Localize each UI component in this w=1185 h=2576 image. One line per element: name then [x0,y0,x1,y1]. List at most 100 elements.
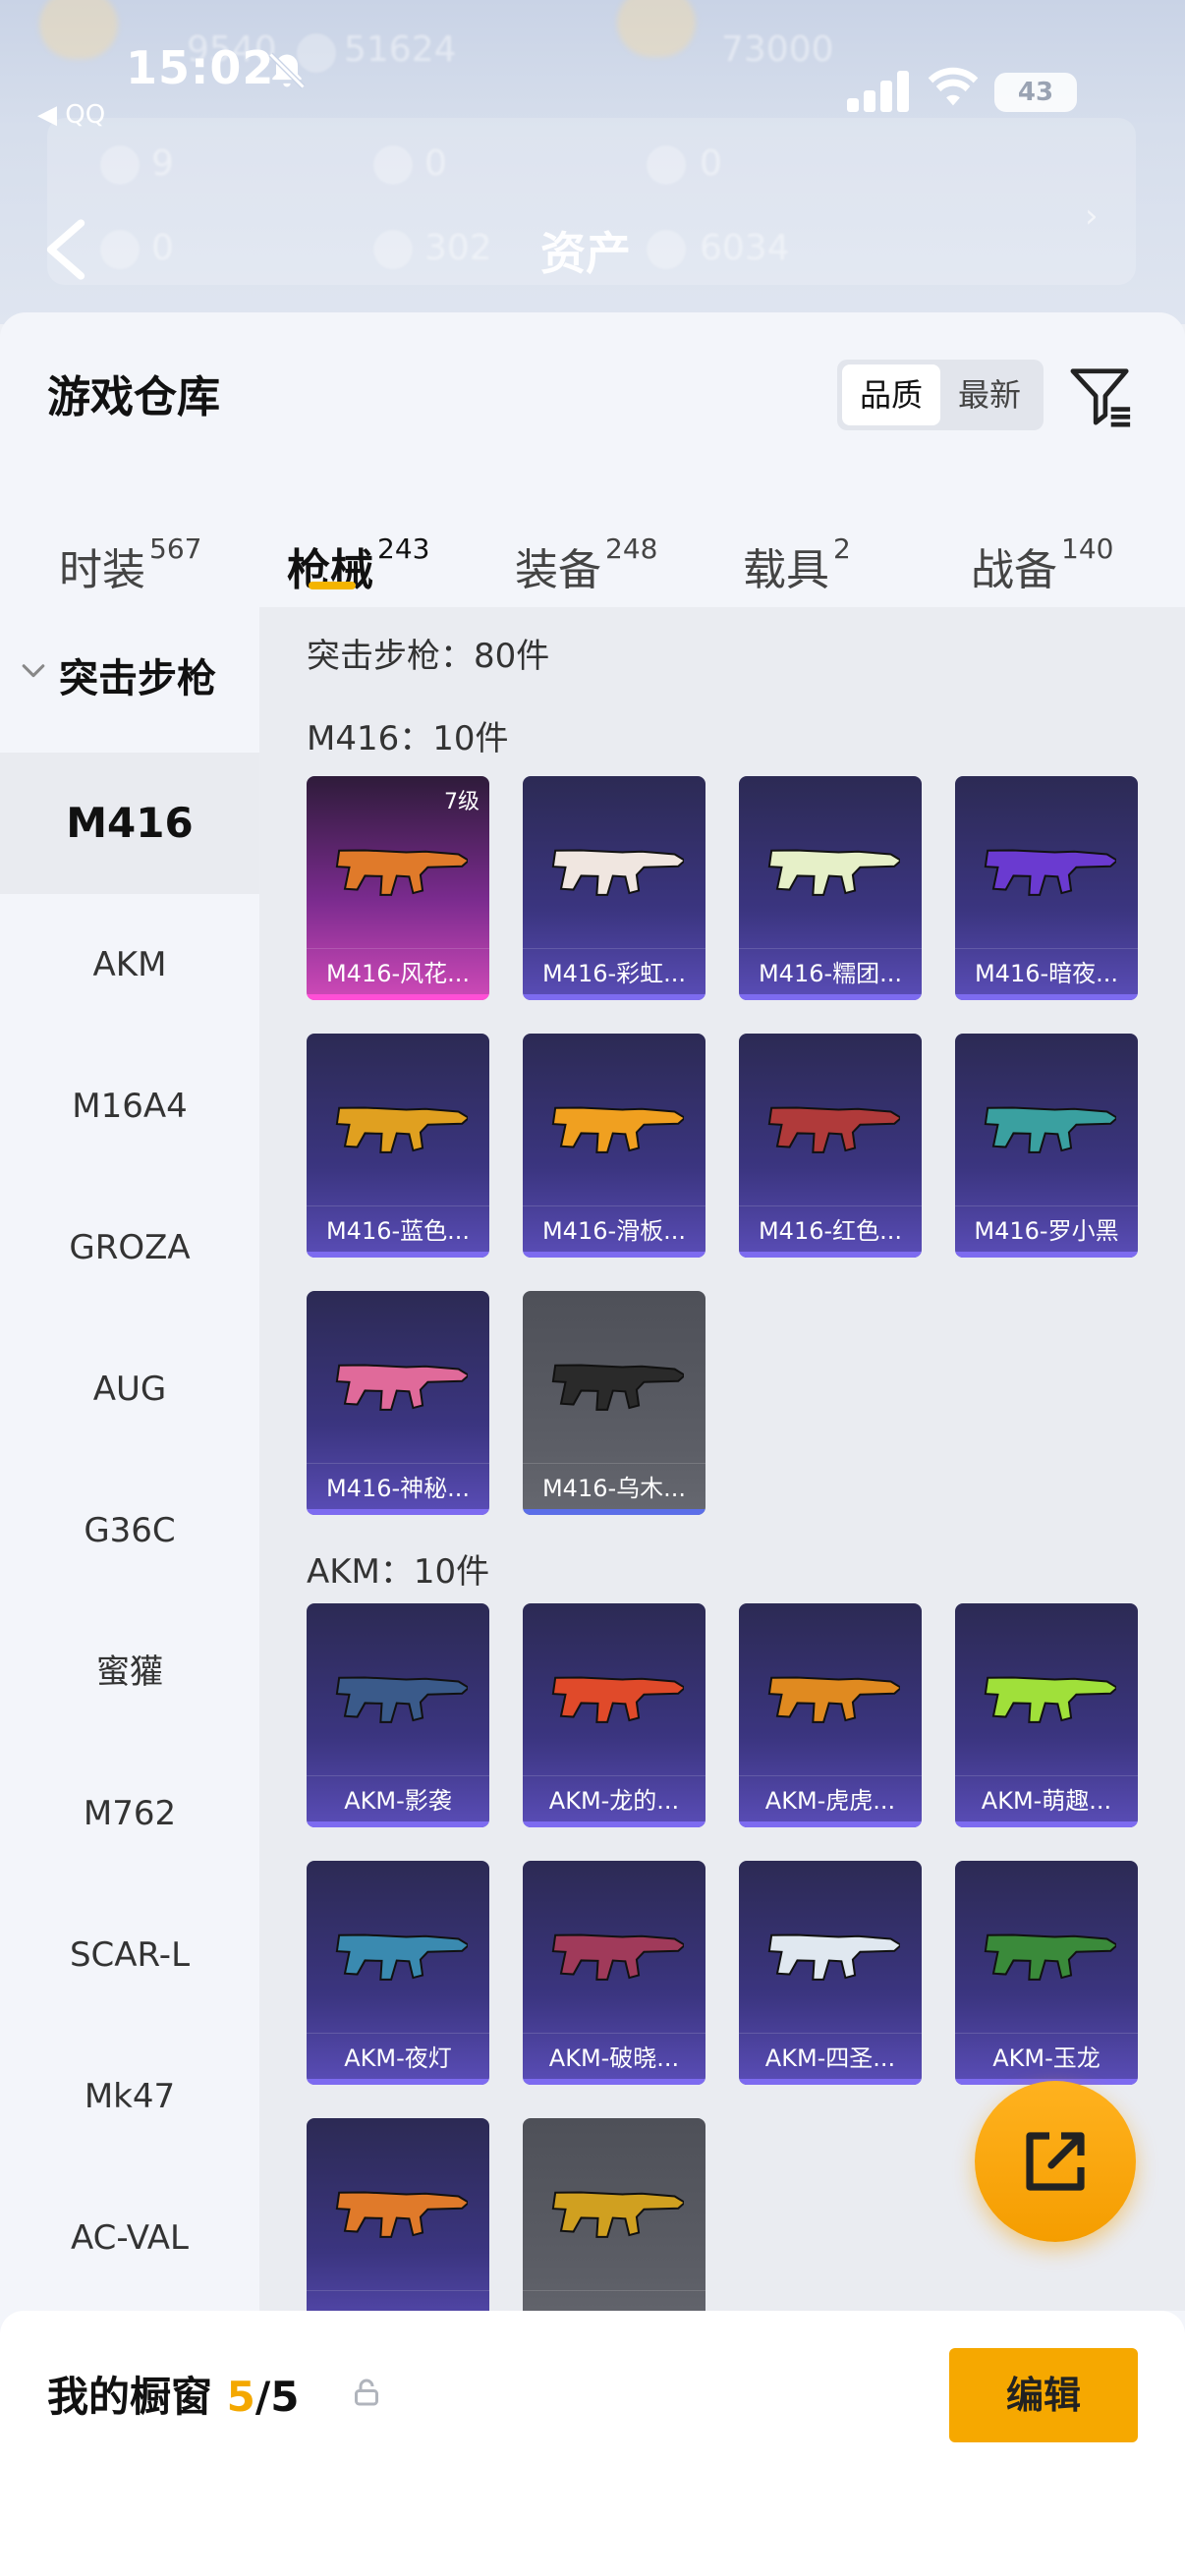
tab-equipment[interactable]: 装备 248 [515,532,657,597]
item-card[interactable]: AKM-四圣... [739,1861,922,2085]
quality-bar [523,2079,705,2085]
category-header[interactable]: 突击步枪 [0,607,259,753]
share-button[interactable] [975,2081,1136,2242]
item-name: M416-滑板... [541,1217,687,1245]
sidebar-item[interactable]: Mk47 [0,2026,259,2167]
showcase-capacity: 5 [270,2373,300,2421]
section-title: M416：10件 [307,719,509,758]
item-name: M416-红色... [758,1217,903,1245]
card-divider [307,2290,489,2291]
card-divider [523,1775,705,1776]
item-grid: 突击步枪：80件 M416：10件 7级 M416-风花... M416-彩虹... M… [259,607,1185,2311]
coin-icon [647,145,686,185]
showcase-label: 我的橱窗 [47,2373,227,2421]
back-to-app-link[interactable]: ◀ QQ [37,100,105,130]
item-card[interactable]: M416-糯团... [739,776,922,1000]
item-card[interactable]: M416-滑板... [523,1034,705,1258]
item-card[interactable]: AKM-虎虎... [739,1603,922,1827]
sidebar-item[interactable]: AKM [0,894,259,1036]
item-card[interactable]: M416-红色... [739,1034,922,1258]
card-divider [523,948,705,949]
quality-bar [739,1252,922,1258]
rifle-icon [551,1364,684,1411]
sidebar-item[interactable]: AUG [0,1318,259,1460]
rifle-icon [551,1933,684,1981]
quality-bar [523,1509,705,1515]
item-card[interactable]: AKM-破晓... [523,1861,705,2085]
sidebar-item[interactable]: AC-VAL [0,2167,259,2309]
item-card[interactable]: M416-乌木... [523,1291,705,1515]
coin-icon [647,230,686,269]
sidebar-item[interactable]: G36C [0,1460,259,1601]
quality-bar [955,994,1138,1000]
filter-icon[interactable] [1069,364,1134,428]
edit-button[interactable]: 编辑 [949,2348,1138,2442]
rifle-icon [551,1676,684,1723]
sheet-title: 游戏仓库 [47,372,220,422]
item-card[interactable]: AKM-萌趣... [955,1603,1138,1827]
sidebar-item[interactable]: M416 [0,753,259,894]
chevron-right-icon[interactable]: › [1085,196,1099,236]
item-name: M416-乌木... [541,1475,687,1502]
card-divider [955,1775,1138,1776]
item-name: M416-暗夜... [974,960,1119,987]
total-count: 突击步枪：80件 [307,637,550,676]
sidebar-item[interactable]: M762 [0,1743,259,1884]
item-card[interactable] [523,2118,705,2311]
card-divider [307,1205,489,1206]
quality-bar [307,1509,489,1515]
sidebar-item[interactable]: 蜜獾 [0,1601,259,1743]
card-divider [307,948,489,949]
battery-indicator: 43 [994,73,1077,112]
tab-label: 战备 [971,545,1057,595]
status-bar: 15:02 ◀ QQ 43 [0,0,1185,130]
share-out-icon [1026,2132,1085,2191]
quality-bar [307,1821,489,1827]
item-card[interactable]: M416-彩虹... [523,776,705,1000]
card-divider [523,1463,705,1464]
quality-bar [955,1252,1138,1258]
chevron-down-icon [22,664,45,678]
item-card[interactable]: M416-罗小黑 [955,1034,1138,1258]
card-divider [739,948,922,949]
tab-label: 载具 [743,545,829,595]
card-divider [307,1775,489,1776]
sort-latest-button[interactable]: 最新 [940,364,1039,425]
item-card[interactable]: M416-神秘... [307,1291,489,1515]
item-card[interactable]: M416-暗夜... [955,776,1138,1000]
chevron-left-icon[interactable] [43,218,88,281]
sort-toggle: 品质 最新 [837,360,1044,430]
card-divider [523,1205,705,1206]
item-name: AKM-萌趣... [981,1787,1112,1815]
rifle-icon [984,1676,1116,1723]
quality-bar [307,1252,489,1258]
tab-label: 装备 [515,545,601,595]
item-card[interactable]: AKM-夜灯 [307,1861,489,2085]
tab-count: 2 [833,532,851,565]
stat-value: 0 [151,228,174,268]
tab-count: 567 [149,532,202,565]
rifle-icon [335,1933,468,1981]
card-divider [739,2033,922,2034]
tab-fashion[interactable]: 时装 567 [59,532,202,597]
item-card[interactable]: M416-蓝色... [307,1034,489,1258]
card-divider [307,2033,489,2034]
item-card[interactable]: AKM-龙的... [523,1603,705,1827]
sidebar-item[interactable]: M16A4 [0,1036,259,1177]
sort-quality-button[interactable]: 品质 [842,364,940,425]
rifle-icon [335,2191,468,2238]
rifle-icon [551,2191,684,2238]
card-divider [739,1775,922,1776]
tab-supplies[interactable]: 战备 140 [971,532,1113,597]
item-card[interactable]: 7级 M416-风花... [307,776,489,1000]
quality-bar [523,994,705,1000]
item-card[interactable]: AKM-玉龙 [955,1861,1138,2085]
rifle-icon [551,1106,684,1153]
item-card[interactable] [307,2118,489,2311]
item-name: AKM-虎虎... [764,1787,896,1815]
stat-value: 0 [700,143,722,184]
sidebar-item[interactable]: SCAR-L [0,1884,259,2026]
tab-vehicles[interactable]: 载具 2 [743,532,851,597]
item-card[interactable]: AKM-影袭 [307,1603,489,1827]
sidebar-item[interactable]: GROZA [0,1177,259,1318]
